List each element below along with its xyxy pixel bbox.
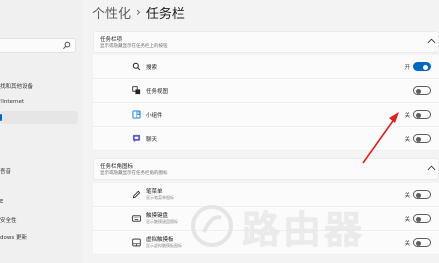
watermark: 路由器 xyxy=(190,196,430,256)
row-label: 聊天 xyxy=(146,137,158,143)
row-label: 小组件 xyxy=(146,113,163,119)
list-item-search: 搜索 开 xyxy=(93,55,439,79)
section-subtitle: 显示或隐藏显示在任务栏上的按钮 xyxy=(100,44,168,49)
row-label: 虚拟触摸板 xyxy=(146,237,174,243)
search-icon[interactable] xyxy=(62,41,71,50)
list-item-chat: 聊天 关 xyxy=(93,127,439,151)
watermark-text: 路由器 xyxy=(242,207,366,252)
sidebar-item-devices[interactable]: 找和其他设备 xyxy=(0,82,33,90)
sidebar-item-windows-update[interactable]: dows 更新 xyxy=(0,233,27,241)
row-sublabel: 显示触摸键盘图标 xyxy=(146,219,178,224)
sidebar-item-privacy-security[interactable]: 安全性 xyxy=(0,216,17,224)
toggle-knob xyxy=(423,64,428,70)
sidebar-item-accessibility[interactable]: E xyxy=(0,199,3,205)
row-sublabel: 显示笔菜单图标 xyxy=(146,195,174,200)
section-title: 任务栏项 xyxy=(100,37,123,43)
chat-toggle[interactable] xyxy=(413,134,431,143)
toggle-knob xyxy=(416,136,421,142)
list-item-task-view: 任务视图 xyxy=(93,79,439,103)
task-view-toggle[interactable] xyxy=(413,86,431,95)
toggle-state-label: 关 xyxy=(404,137,410,143)
row-sublabel: 显示虚拟触摸板图标 xyxy=(146,243,182,248)
widgets-icon xyxy=(132,110,141,119)
toggle-state-label: 关 xyxy=(404,113,410,119)
search-input[interactable] xyxy=(0,38,76,53)
toggle-knob xyxy=(416,88,421,94)
row-label: 任务视图 xyxy=(146,89,169,95)
selection-indicator xyxy=(0,114,2,121)
widgets-toggle[interactable] xyxy=(413,110,431,119)
chevron-up-icon[interactable] xyxy=(427,38,436,44)
search-icon xyxy=(132,62,141,71)
section-subtitle: 显示或隐藏显示在任务栏角的图标 xyxy=(100,171,168,176)
sidebar: 找和其他设备 !Internet 吾音 E 安全性 dows 更新 xyxy=(0,0,82,263)
router-logo-icon xyxy=(191,205,233,247)
row-label: 搜索 xyxy=(146,65,158,71)
chevron-up-icon[interactable] xyxy=(427,165,436,171)
toggle-knob xyxy=(416,112,421,118)
section-title: 任务栏角图标 xyxy=(100,164,134,170)
toggle-state-label: 开 xyxy=(404,65,410,71)
breadcrumb-parent[interactable]: 个性化 xyxy=(92,3,131,22)
sidebar-item-network[interactable]: !Internet xyxy=(0,99,24,105)
page-title: 任务栏 xyxy=(145,6,185,22)
breadcrumb: 个性化 › 任务栏 xyxy=(92,3,185,22)
list-item-widgets: 小组件 关 xyxy=(93,103,439,127)
keyboard-icon xyxy=(132,215,141,222)
search-toggle[interactable] xyxy=(413,62,431,71)
corner-icons-header[interactable]: 任务栏角图标 显示或隐藏显示在任务栏角的图标 xyxy=(93,158,439,180)
sidebar-item-time-language[interactable]: 吾音 xyxy=(0,167,11,175)
row-label: 触摸键盘 xyxy=(146,213,169,219)
chat-icon xyxy=(132,134,141,143)
breadcrumb-separator: › xyxy=(136,5,141,19)
task-view-icon xyxy=(132,86,141,95)
sidebar-item-personalization[interactable] xyxy=(0,111,78,124)
taskbar-items-header[interactable]: 任务栏项 显示或隐藏显示在任务栏上的按钮 xyxy=(93,31,439,53)
touchpad-icon xyxy=(132,238,141,247)
pen-icon xyxy=(132,190,141,199)
row-label: 笔菜单 xyxy=(146,189,163,195)
